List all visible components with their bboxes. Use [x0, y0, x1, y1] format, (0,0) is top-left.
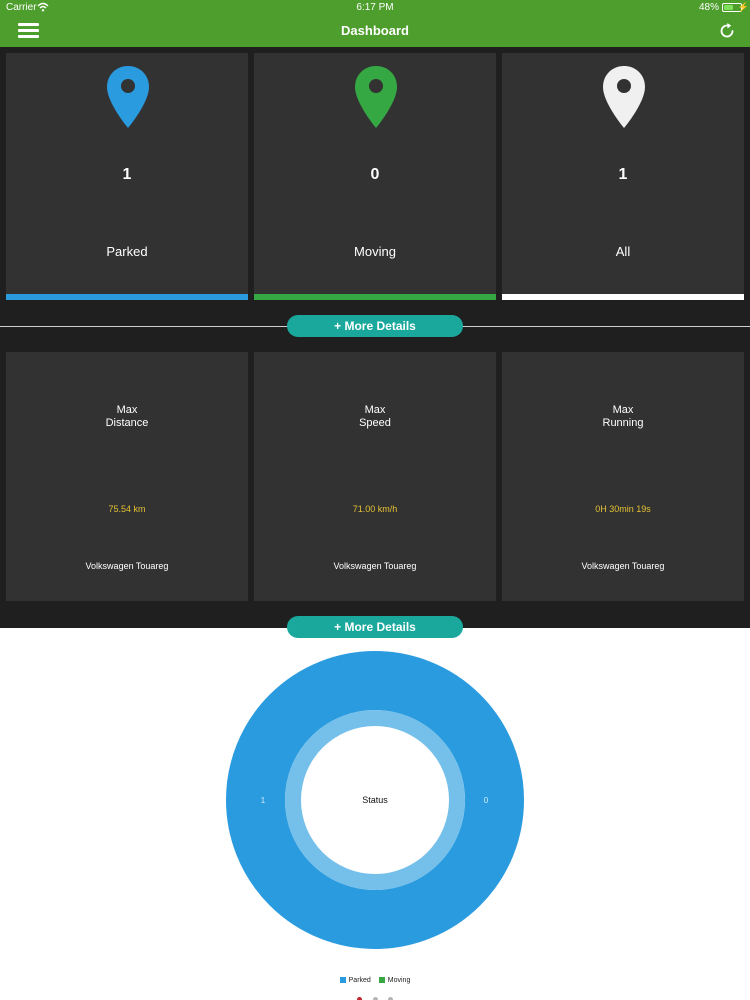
parked-label: Parked	[106, 244, 148, 259]
chart-legend: Parked Moving	[0, 977, 750, 984]
max-distance-card[interactable]: Max Distance 75.54 km Volkswagen Touareg	[6, 352, 248, 601]
parked-color-bar	[6, 294, 248, 300]
clock: 6:17 PM	[356, 2, 394, 13]
blue-location-pin-icon	[107, 66, 149, 128]
chart-center-label: Status	[362, 795, 388, 805]
parked-card[interactable]: 1 Parked	[6, 53, 248, 300]
moving-color-bar	[254, 294, 496, 300]
legend-item-moving: Moving	[378, 977, 411, 984]
charging-icon: ⚡	[737, 2, 749, 12]
more-details-button[interactable]: + More Details	[287, 315, 463, 337]
max-running-value: 0H 30min 19s	[595, 504, 651, 514]
page-indicator	[0, 989, 750, 1000]
all-label: All	[615, 244, 631, 259]
max-speed-card[interactable]: Max Speed 71.00 km/h Volkswagen Touareg	[254, 352, 496, 601]
all-color-bar	[502, 294, 744, 300]
value-label-moving: 0	[484, 796, 489, 805]
green-location-pin-icon	[355, 66, 397, 128]
page-title: Dashboard	[341, 23, 409, 38]
moving-card[interactable]: 0 Moving	[254, 53, 496, 300]
parked-count: 1	[122, 166, 132, 183]
max-speed-value: 71.00 km/h	[352, 504, 398, 514]
battery-percent: 48%	[698, 2, 719, 13]
max-running-vehicle: Volkswagen Touareg	[581, 561, 665, 571]
moving-count: 0	[370, 166, 380, 183]
legend-swatch-moving	[378, 977, 385, 983]
legend-label-moving: Moving	[387, 977, 411, 984]
max-running-title: Max Running	[602, 404, 644, 429]
value-label-parked: 1	[261, 796, 266, 805]
max-speed-vehicle: Volkswagen Touareg	[333, 561, 417, 571]
max-distance-title: Max Distance	[105, 404, 149, 429]
status-bar: Carrier 6:17 PM 48% ⚡	[0, 0, 750, 16]
status-donut-chart[interactable]: Status 1 0	[0, 628, 750, 1000]
max-distance-value: 75.54 km	[108, 504, 146, 514]
legend-item-parked: Parked	[339, 977, 371, 984]
nav-bar: Dashboard	[0, 16, 750, 47]
max-distance-vehicle: Volkswagen Touareg	[85, 561, 169, 571]
legend-swatch-parked	[339, 977, 346, 983]
moving-label: Moving	[354, 244, 396, 259]
refresh-icon[interactable]	[718, 22, 736, 40]
all-card[interactable]: 1 All	[502, 53, 744, 300]
max-running-card[interactable]: Max Running 0H 30min 19s Volkswagen Toua…	[502, 352, 744, 601]
legend-label-parked: Parked	[348, 977, 371, 984]
max-speed-title: Max Speed	[359, 404, 391, 429]
all-count: 1	[618, 166, 628, 183]
white-location-pin-icon	[603, 66, 645, 128]
